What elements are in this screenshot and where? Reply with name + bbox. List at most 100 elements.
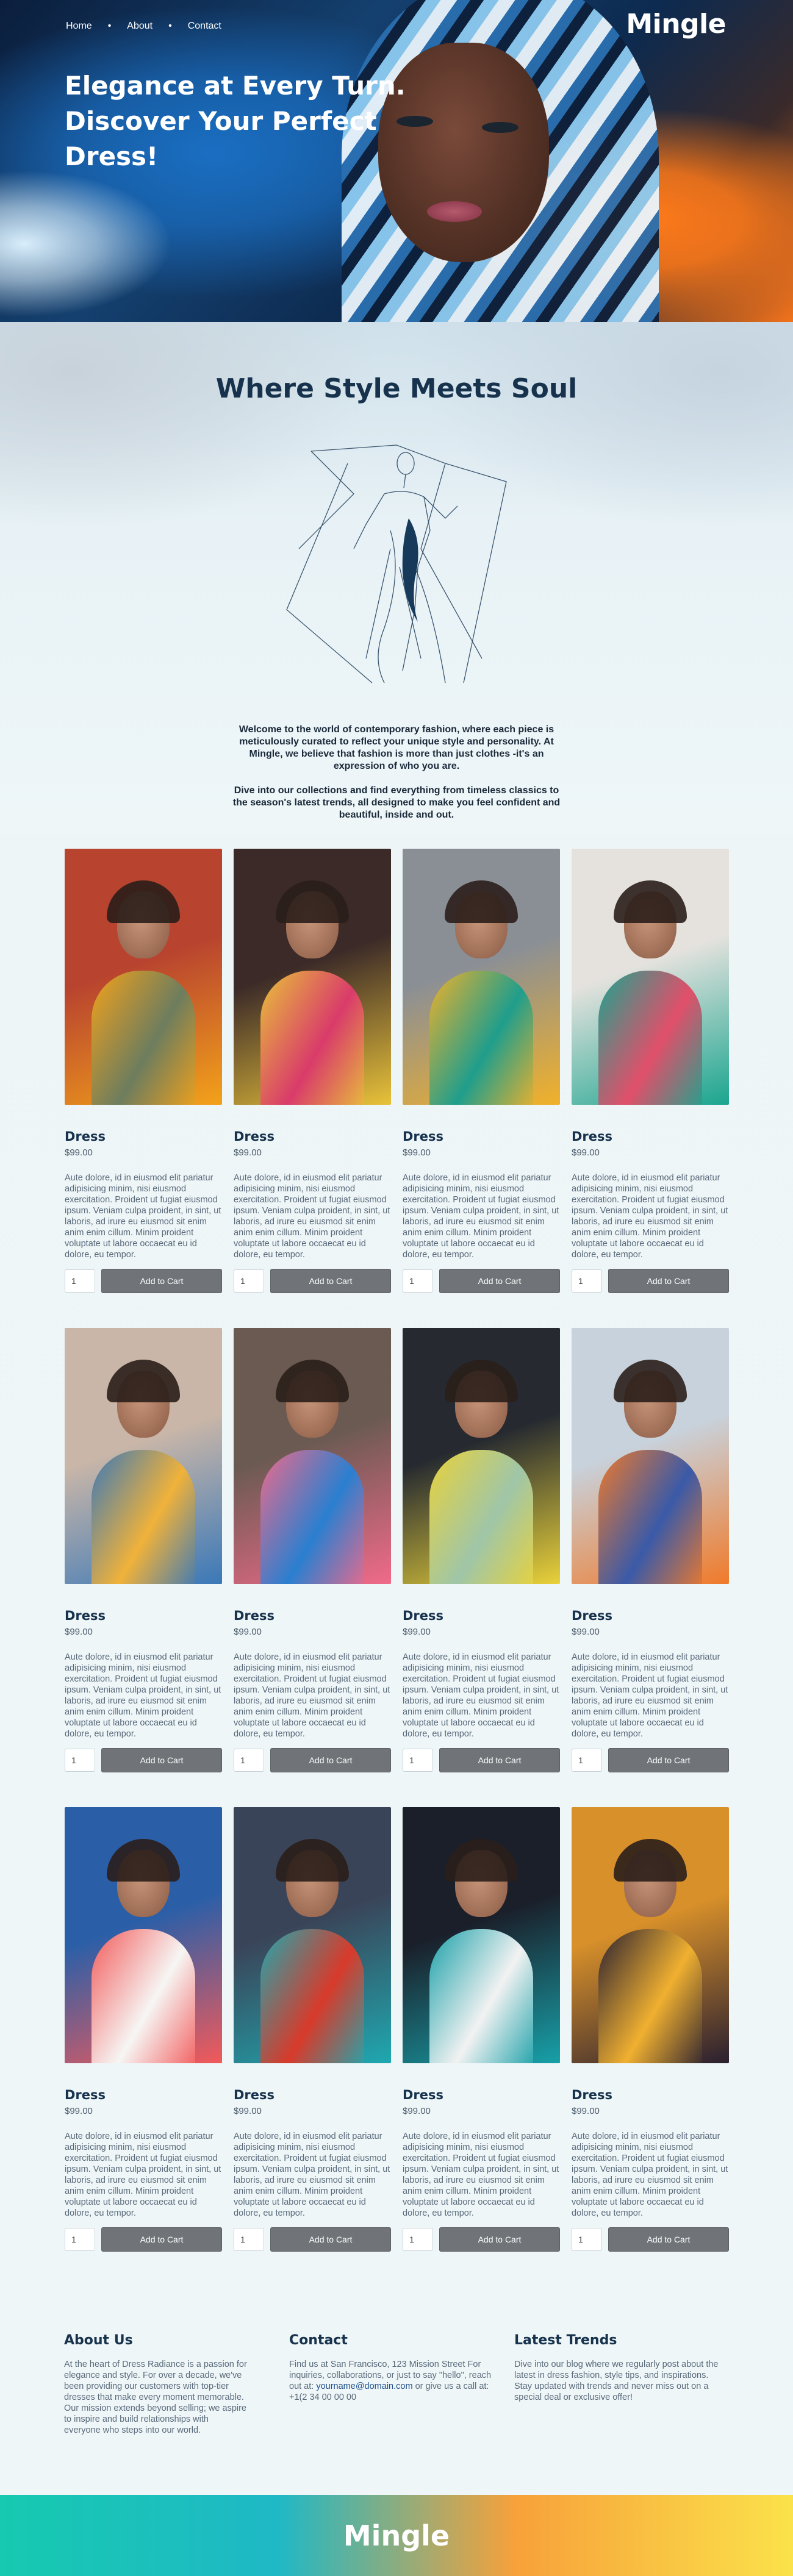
product-card: Dress $99.00 Aute dolore, id in eiusmod el… [403, 1807, 560, 2252]
add-to-cart-button[interactable]: Add to Cart [270, 1748, 391, 1772]
product-photo[interactable] [65, 1328, 222, 1584]
product-name: Dress [403, 2088, 444, 2102]
quantity-input[interactable] [403, 2228, 433, 2251]
product-photo[interactable] [572, 1807, 729, 2063]
nav-contact-link[interactable]: Contact [188, 21, 221, 32]
add-to-cart-button[interactable]: Add to Cart [101, 1748, 222, 1772]
product-photo-hair [445, 880, 518, 923]
product-photo[interactable] [572, 849, 729, 1105]
product-price: $99.00 [234, 1147, 262, 1158]
add-to-cart-button[interactable]: Add to Cart [270, 2227, 391, 2252]
cart-row: Add to Cart [572, 1748, 729, 1772]
product-description: Aute dolore, id in eiusmod elit pariatur… [234, 2132, 390, 2218]
product-description: Aute dolore, id in eiusmod elit pariatur… [572, 2132, 728, 2218]
quantity-input[interactable] [572, 2228, 602, 2251]
product-photo-hair [614, 880, 687, 923]
product-photo-figure [429, 1929, 533, 2063]
quantity-input[interactable] [234, 2228, 264, 2251]
product-card: Dress $99.00 Aute dolore, id in eiusmod el… [234, 849, 391, 1293]
product-photo[interactable] [572, 1328, 729, 1584]
add-to-cart-button[interactable]: Add to Cart [439, 2227, 560, 2252]
about-title: About Us [64, 2333, 133, 2348]
product-price: $99.00 [403, 2106, 431, 2116]
cart-row: Add to Cart [234, 2227, 391, 2252]
hero-image-eye [482, 122, 518, 133]
cart-row: Add to Cart [65, 1748, 222, 1772]
quantity-input[interactable] [65, 1269, 95, 1293]
quantity-input[interactable] [234, 1749, 264, 1772]
contact-title: Contact [289, 2333, 348, 2348]
quantity-input[interactable] [65, 2228, 95, 2251]
cart-row: Add to Cart [234, 1748, 391, 1772]
product-photo-hair [614, 1360, 687, 1402]
hero-image-lips [427, 201, 482, 222]
top-nav: Home • About • Contact [66, 21, 221, 32]
product-description: Aute dolore, id in eiusmod elit pariatur… [572, 1652, 728, 1739]
cart-row: Add to Cart [65, 2227, 222, 2252]
product-photo[interactable] [403, 849, 560, 1105]
product-price: $99.00 [65, 2106, 93, 2116]
product-photo-figure [260, 1929, 364, 2063]
product-card: Dress $99.00 Aute dolore, id in eiusmod el… [234, 1807, 391, 2252]
product-name: Dress [403, 1129, 444, 1144]
add-to-cart-button[interactable]: Add to Cart [101, 2227, 222, 2252]
product-price: $99.00 [403, 1627, 431, 1637]
product-name: Dress [234, 1129, 275, 1144]
product-price: $99.00 [65, 1147, 93, 1158]
product-photo[interactable] [403, 1807, 560, 2063]
contact-email-link[interactable]: yourname@domain.com [316, 2382, 412, 2391]
about-column: About Us At the heart of Dress Radiance … [64, 2333, 247, 2436]
contact-column: Contact Find us at San Francisco, 123 Mi… [289, 2333, 497, 2403]
product-card: Dress $99.00 Aute dolore, id in eiusmod el… [572, 849, 729, 1293]
product-card: Dress $99.00 Aute dolore, id in eiusmod el… [403, 1328, 560, 1772]
product-description: Aute dolore, id in eiusmod elit pariatur… [403, 1173, 559, 1260]
product-photo[interactable] [65, 1807, 222, 2063]
product-photo[interactable] [403, 1328, 560, 1584]
product-photo-figure [598, 1450, 702, 1584]
product-description: Aute dolore, id in eiusmod elit pariatur… [65, 1173, 221, 1260]
product-price: $99.00 [234, 2106, 262, 2116]
quantity-input[interactable] [403, 1269, 433, 1293]
product-description: Aute dolore, id in eiusmod elit pariatur… [234, 1173, 390, 1260]
quantity-input[interactable] [403, 1749, 433, 1772]
add-to-cart-button[interactable]: Add to Cart [608, 1269, 729, 1293]
footer-logo[interactable]: Mingle [343, 2519, 450, 2552]
product-price: $99.00 [572, 1147, 600, 1158]
trends-text: Dive into our blog where we regularly po… [514, 2360, 719, 2402]
quantity-input[interactable] [65, 1749, 95, 1772]
cart-row: Add to Cart [572, 2227, 729, 2252]
product-photo-figure [429, 971, 533, 1105]
product-price: $99.00 [65, 1627, 93, 1637]
add-to-cart-button[interactable]: Add to Cart [270, 1269, 391, 1293]
add-to-cart-button[interactable]: Add to Cart [439, 1269, 560, 1293]
product-name: Dress [403, 1608, 444, 1623]
product-photo[interactable] [65, 849, 222, 1105]
about-text: At the heart of Dress Radiance is a pass… [64, 2360, 247, 2435]
product-photo-hair [445, 1839, 518, 1882]
product-description: Aute dolore, id in eiusmod elit pariatur… [65, 2132, 221, 2218]
product-price: $99.00 [403, 1147, 431, 1158]
product-photo[interactable] [234, 849, 391, 1105]
product-photo-figure [92, 1929, 195, 2063]
quantity-input[interactable] [572, 1749, 602, 1772]
add-to-cart-button[interactable]: Add to Cart [608, 2227, 729, 2252]
section-title: Where Style Meets Soul [215, 373, 578, 404]
product-photo-hair [445, 1360, 518, 1402]
quantity-input[interactable] [234, 1269, 264, 1293]
add-to-cart-button[interactable]: Add to Cart [101, 1269, 222, 1293]
product-photo-hair [107, 1360, 180, 1402]
product-photo[interactable] [234, 1807, 391, 2063]
add-to-cart-button[interactable]: Add to Cart [439, 1748, 560, 1772]
nav-about-link[interactable]: About [127, 21, 152, 32]
quantity-input[interactable] [572, 1269, 602, 1293]
intro-paragraph: Dive into our collections and find every… [232, 785, 561, 820]
product-name: Dress [65, 1129, 106, 1144]
nav-home-link[interactable]: Home [66, 21, 92, 32]
add-to-cart-button[interactable]: Add to Cart [608, 1748, 729, 1772]
product-photo[interactable] [234, 1328, 391, 1584]
cart-row: Add to Cart [403, 1269, 560, 1293]
nav-separator: • [107, 21, 112, 31]
site-logo[interactable]: Mingle [626, 9, 726, 40]
product-description: Aute dolore, id in eiusmod elit pariatur… [65, 1652, 221, 1739]
product-name: Dress [572, 1129, 613, 1144]
